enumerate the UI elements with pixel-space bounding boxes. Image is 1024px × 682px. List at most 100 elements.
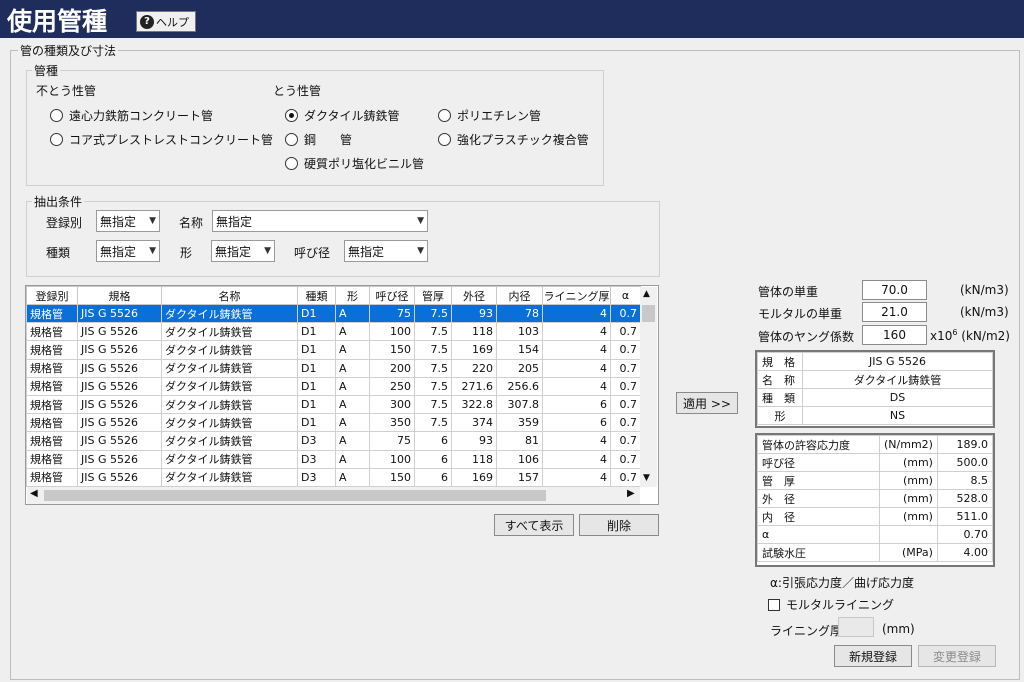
vertical-scroll-thumb[interactable] (642, 305, 655, 322)
column-header[interactable]: 呼び径 (369, 286, 415, 305)
radio-option-frp[interactable]: 強化プラスチック複合管 (438, 131, 589, 148)
table-cell: A (335, 449, 370, 469)
mortar-weight-field[interactable]: 21.0 (862, 302, 927, 322)
pipe-list-grid[interactable]: 登録別 規格 名称 種類 形 呼び径 管厚 外径 内径 ライニング厚 α 規格管… (25, 285, 659, 505)
young-modulus-unit: x106 (kN/m2) (930, 328, 1010, 343)
registry-label: 登録別 (46, 216, 83, 230)
table-cell: 6 (414, 449, 452, 469)
table-cell: ダクタイル鋳鉄管 (161, 413, 298, 433)
table-cell: 0.7 (610, 467, 641, 487)
table-row[interactable]: 規格管 JIS G 5526 ダクタイル鋳鉄管 D3 A 150 6 169 157 4 0.7 (26, 467, 641, 487)
table-header-row: 登録別 規格 名称 種類 形 呼び径 管厚 外径 内径 ライニング厚 α (26, 286, 641, 305)
filter-legend: 抽出条件 (32, 193, 85, 210)
column-header[interactable]: 管厚 (414, 286, 452, 305)
column-header[interactable]: 形 (335, 286, 370, 305)
table-cell: 374 (451, 413, 497, 433)
spec-label: 種 類 (757, 388, 803, 407)
horizontal-scroll-thumb[interactable] (44, 490, 546, 501)
radio-button[interactable] (50, 109, 63, 122)
scroll-down-icon[interactable]: ▼ (643, 473, 650, 483)
table-cell: D1 (297, 358, 336, 378)
table-cell: 93 (451, 431, 497, 451)
table-cell: 0.7 (610, 449, 641, 469)
table-row[interactable]: 規格管 JIS G 5526 ダクタイル鋳鉄管 D1 A 150 7.5 169 154 4 0.7 (26, 340, 641, 360)
column-header[interactable]: 名称 (161, 286, 298, 305)
scroll-right-icon[interactable]: ▶ (627, 488, 635, 499)
table-row[interactable]: 規格管 JIS G 5526 ダクタイル鋳鉄管 D1 A 200 7.5 220 205 4 0.7 (26, 358, 641, 378)
delete-button[interactable]: 削除 (579, 514, 659, 536)
scroll-up-icon[interactable]: ▲ (643, 289, 650, 299)
table-cell: 規格管 (26, 449, 78, 469)
radio-option-steel[interactable]: 鋼 管 (285, 131, 352, 148)
spec-row: 種 類 DS (757, 388, 993, 407)
unit-suffix: (kN/m2) (961, 329, 1010, 343)
table-cell: JIS G 5526 (77, 413, 162, 433)
radio-button-selected[interactable] (285, 109, 298, 122)
table-cell: 4 (542, 303, 611, 324)
table-row[interactable]: 規格管 JIS G 5526 ダクタイル鋳鉄管 D3 A 100 6 118 106 4 0.7 (26, 449, 641, 469)
table-cell: 0.7 (610, 322, 641, 342)
pressure-label: とう性管 (273, 84, 322, 98)
registry-select[interactable]: 無指定 ▼ (96, 210, 160, 232)
radio-option-centrifugal[interactable]: 遠心力鉄筋コンクリート管 (50, 107, 213, 124)
radio-button[interactable] (50, 133, 63, 146)
column-header[interactable]: 外径 (451, 286, 497, 305)
pipe-weight-label: 管体の単重 (758, 285, 819, 299)
lining-thickness-field[interactable] (838, 617, 874, 637)
pipe-weight-unit: (kN/m3) (960, 283, 1009, 297)
column-header[interactable]: 登録別 (26, 286, 78, 305)
table-row[interactable]: 規格管 JIS G 5526 ダクタイル鋳鉄管 D3 A 75 6 93 81 4 0.7 (26, 431, 641, 451)
radio-button[interactable] (285, 157, 298, 170)
radio-button[interactable] (438, 109, 451, 122)
table-cell: 4 (542, 376, 611, 396)
table-cell: JIS G 5526 (77, 340, 162, 360)
table-cell: A (335, 340, 370, 360)
column-header[interactable]: 規格 (77, 286, 162, 305)
radio-option-ductile[interactable]: ダクタイル鋳鉄管 (285, 107, 400, 124)
name-select[interactable]: 無指定 ▼ (212, 210, 428, 232)
scroll-left-icon[interactable]: ◀ (30, 488, 38, 499)
prop-value: 528.0 (936, 489, 994, 508)
pipe-type-legend: 管種 (32, 62, 61, 79)
table-cell: 200 (369, 358, 415, 378)
apply-button[interactable]: 適用 >> (676, 392, 738, 414)
radio-option-pvc[interactable]: 硬質ポリ塩化ビニル管 (285, 155, 424, 172)
new-register-button[interactable]: 新規登録 (834, 645, 912, 667)
radio-button[interactable] (438, 133, 451, 146)
prop-row: α 0.70 (757, 525, 994, 544)
radio-option-core-prestressed[interactable]: コア式プレストレストコンクリート管 (50, 131, 273, 148)
shape-select[interactable]: 無指定 ▼ (211, 240, 275, 262)
table-row[interactable]: 規格管 JIS G 5526 ダクタイル鋳鉄管 D1 A 75 7.5 93 78 4 0.7 (26, 303, 641, 324)
table-row[interactable]: 規格管 JIS G 5526 ダクタイル鋳鉄管 D1 A 250 7.5 271.6 256.6… (26, 376, 641, 396)
pipe-weight-field[interactable]: 70.0 (862, 280, 927, 300)
prop-label: α (757, 525, 880, 544)
table-cell: 規格管 (26, 413, 78, 433)
nominal-select[interactable]: 無指定 ▼ (344, 240, 428, 262)
radio-button[interactable] (285, 133, 298, 146)
kind-select[interactable]: 無指定 ▼ (96, 240, 160, 262)
table-cell: D1 (297, 322, 336, 342)
show-all-button[interactable]: すべて表示 (494, 514, 574, 536)
lining-thickness-unit: (mm) (882, 622, 915, 636)
help-button[interactable]: ? ヘルプ (136, 11, 196, 32)
table-cell: A (335, 303, 370, 324)
table-row[interactable]: 規格管 JIS G 5526 ダクタイル鋳鉄管 D1 A 300 7.5 322.8 307.8… (26, 394, 641, 415)
radio-option-polyethylene[interactable]: ポリエチレン管 (438, 107, 541, 124)
young-modulus-field[interactable]: 160 (862, 325, 927, 345)
table-row[interactable]: 規格管 JIS G 5526 ダクタイル鋳鉄管 D1 A 100 7.5 118 103 4 0.7 (26, 322, 641, 342)
change-register-button[interactable]: 変更登録 (918, 645, 996, 667)
nominal-label: 呼び径 (294, 246, 331, 260)
mortar-lining-checkbox[interactable] (768, 598, 780, 611)
table-cell: A (335, 413, 370, 433)
table-row[interactable]: 規格管 JIS G 5526 ダクタイル鋳鉄管 D1 A 350 7.5 374 359 6 0.7 (26, 413, 641, 433)
mortar-lining-checkbox-row[interactable]: モルタルライニング (768, 596, 894, 613)
prop-unit (879, 525, 938, 544)
chevron-down-icon: ▼ (149, 216, 156, 226)
prop-unit: (N/mm2) (879, 435, 938, 454)
column-header[interactable]: ライニング厚 (542, 286, 611, 305)
column-header[interactable]: 内径 (496, 286, 543, 305)
column-header[interactable]: 種類 (297, 286, 336, 305)
table-cell: 300 (369, 394, 415, 415)
chevron-down-icon: ▼ (149, 246, 156, 256)
column-header[interactable]: α (610, 286, 641, 305)
